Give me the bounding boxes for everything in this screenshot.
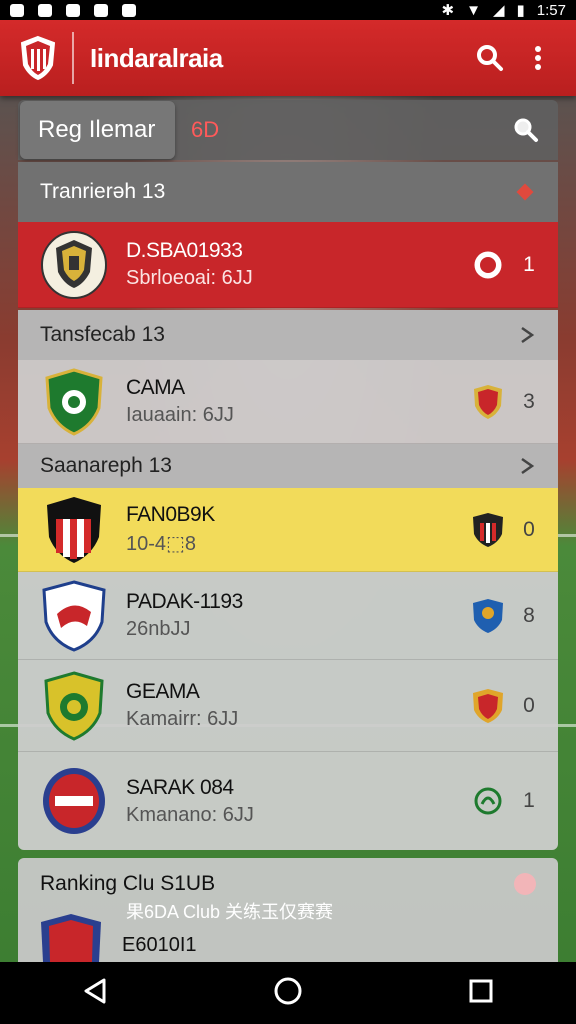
mini-crest-icon [470,512,506,548]
search-icon [477,45,503,71]
mini-crest-icon [470,783,506,819]
row-count: 3 [523,389,535,413]
search-button[interactable] [470,38,510,78]
team-subtitle: Sbrloeoai: 6JJ [126,267,253,289]
team-name: SARAK 084 [126,775,234,799]
search-bar: Reg Ilemar 6D [18,100,558,160]
row-count: 1 [523,789,535,812]
system-nav-bar [0,962,576,1024]
app-title: Iindaralraia [90,42,223,73]
home-button[interactable] [273,976,303,1011]
notification-icon [66,3,80,17]
mini-crest-icon [470,688,506,724]
team-name: CAMA [126,376,185,399]
mini-crest-icon [470,384,506,420]
bluetooth-icon: ✱ [441,2,455,19]
gallery-icon [10,3,24,17]
team-name: PADAK-1193 [126,590,243,613]
team-subtitle: Kmanano: 6JJ [126,803,254,826]
search-icon [514,118,538,142]
mini-crest-icon [470,247,506,283]
app-bar: Iindaralraia [0,20,576,96]
section-transfer: Tranrierəh 13 D.SBA01933 Sbrloeoai: 6JJ … [18,162,558,308]
ranking-panel: Ranking Clu S1UB 果6DA Club 关练玉仅赛赛 E6010I… [18,858,558,962]
back-button[interactable] [82,977,108,1010]
section-saanareph: Saanareph 13 FAN0B9K 10-4⬚8 0 PADAK-1193… [18,444,558,850]
team-name: FAN0B9K [126,503,215,526]
section-header[interactable]: Tansfecab 13 [18,310,558,360]
list-item[interactable]: PADAK-1193 26nbJJ 8 [18,572,558,660]
ranking-title: Ranking Clu S1UB [40,872,216,895]
notification-icon [38,3,52,17]
row-count: 0 [523,517,535,541]
battery-icon: ▮ [516,2,525,19]
team-crest-icon [41,914,101,962]
search-input[interactable]: Reg Ilemar [20,101,175,159]
search-submit-button[interactable] [506,110,546,150]
team-crest-icon [38,366,110,438]
section-header[interactable]: Tranrierəh 13 [18,162,558,222]
team-subtitle: Kamairr: 6JJ [126,708,239,730]
arrow-right-icon [521,326,535,344]
wifi-icon: ▼ [466,1,481,19]
club-logo-icon[interactable] [18,34,58,82]
home-icon [274,977,302,1004]
ranking-subtitle: 果6DA Club 关练玉仅赛赛 [126,902,334,922]
team-crest-icon [38,229,110,301]
section-title: Tansfecab 13 [40,323,165,346]
list-item[interactable]: FAN0B9K 10-4⬚8 0 [18,488,558,572]
more-vertical-icon [535,46,541,70]
section-header[interactable]: Saanareph 13 [18,444,558,488]
overflow-menu-button[interactable] [518,38,558,78]
notification-icon [94,3,108,17]
recents-icon [469,979,493,1002]
status-dot-icon [514,873,536,895]
arrow-right-icon [521,457,535,475]
row-count: 8 [523,603,535,627]
clock: 1:57 [536,1,566,19]
list-item[interactable]: SARAK 084 Kmanano: 6JJ 1 [18,752,558,850]
recents-button[interactable] [468,978,494,1009]
mini-crest-icon [470,598,506,634]
team-name: E6010I1 [122,933,197,956]
team-crest-icon [38,765,110,837]
team-crest-icon [38,670,110,742]
team-subtitle: Iauaain: 6JJ [126,404,234,426]
list-item[interactable]: D.SBA01933 Sbrloeoai: 6JJ 1 [18,222,558,308]
team-crest-icon [38,494,110,566]
row-count: 0 [523,693,535,717]
notification-icon [122,3,136,17]
back-icon [84,978,106,1003]
team-subtitle: 10-4⬚8 [126,533,197,555]
team-name: GEAMA [126,680,200,703]
list-item[interactable]: CAMA Iauaain: 6JJ 3 [18,360,558,444]
divider [72,32,74,84]
team-crest-icon [38,579,110,652]
team-subtitle: 26nbJJ [126,618,191,640]
team-name: D.SBA01933 [126,239,243,262]
result-count: 6D [191,117,220,142]
list-item[interactable]: GEAMA Kamairr: 6JJ 0 [18,660,558,752]
status-bar: ✱ ▼ ◢ ▮ 1:57 [0,0,576,20]
diamond-icon [516,183,534,201]
row-count: 1 [523,252,535,276]
section-transfecab: Tansfecab 13 CAMA Iauaain: 6JJ 3 [18,310,558,444]
section-title: Saanareph 13 [40,454,172,477]
signal-icon: ◢ [492,2,505,19]
section-title: Tranrierəh 13 [40,180,166,203]
